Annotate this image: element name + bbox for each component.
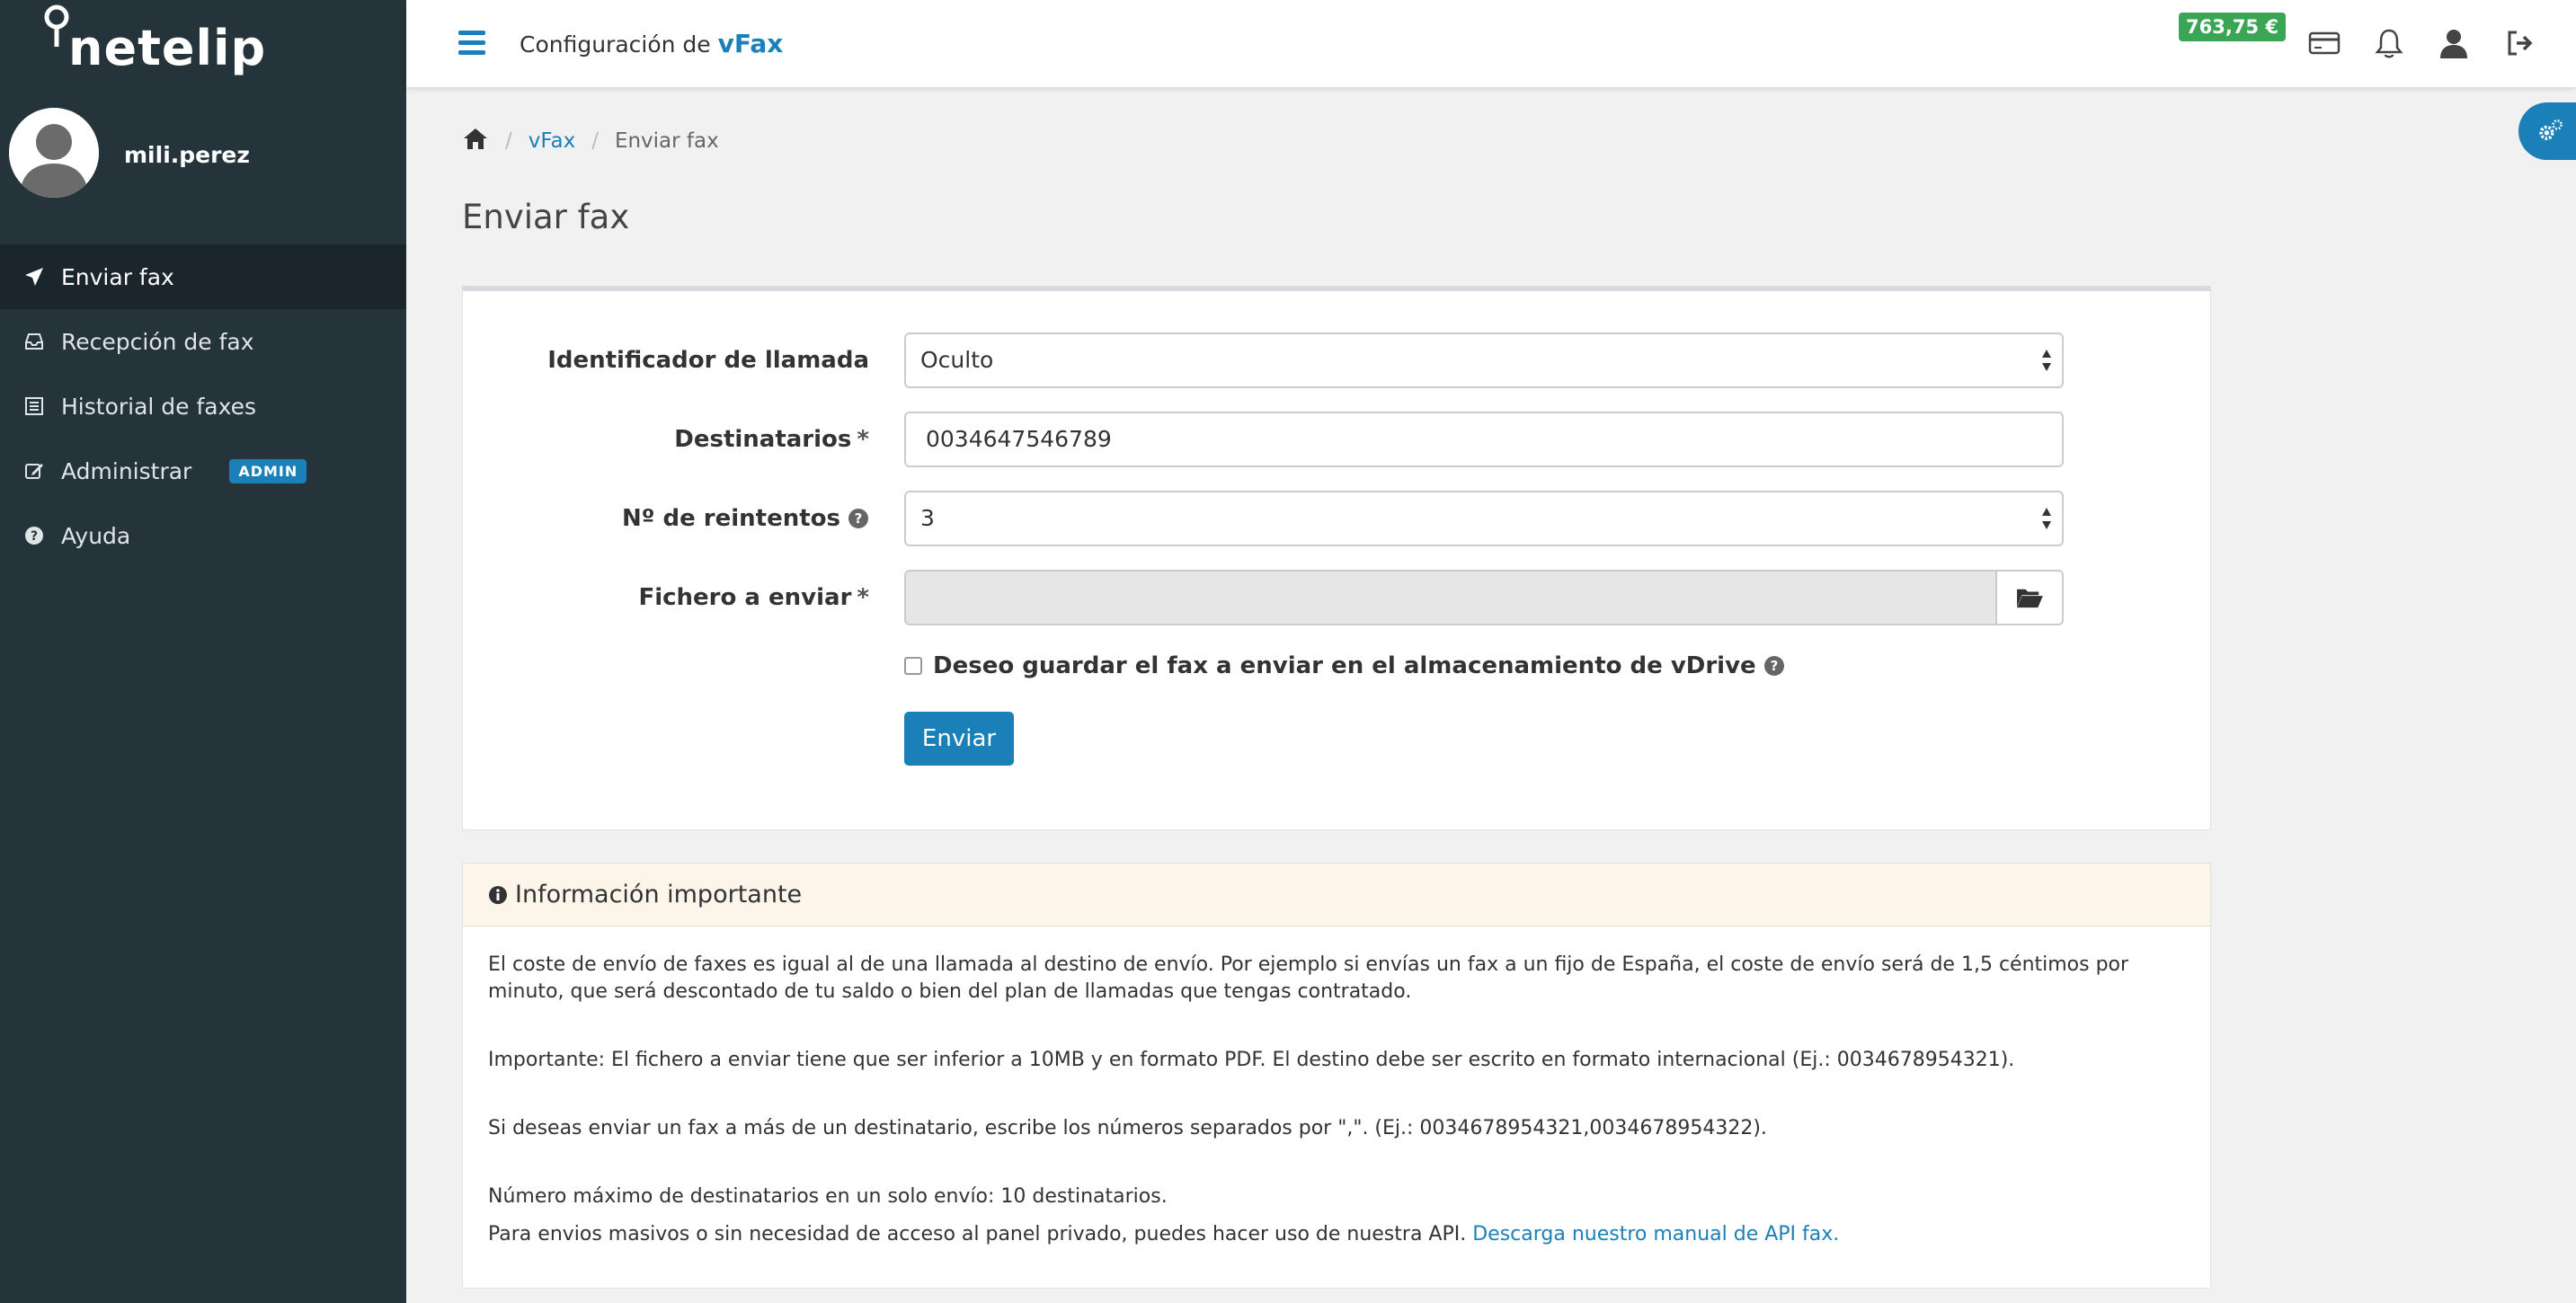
help-circle-icon[interactable]: ? bbox=[1763, 655, 1785, 677]
send-fax-form: Identificador de llamada Oculto Destinat… bbox=[462, 286, 2211, 830]
sidebar-item-ayuda[interactable]: ? Ayuda bbox=[0, 503, 406, 568]
sidebar-item-historial-faxes[interactable]: Historial de faxes bbox=[0, 374, 406, 439]
sidebar-item-administrar[interactable]: Administrar ADMIN bbox=[0, 439, 406, 503]
select-arrows-icon bbox=[2042, 508, 2051, 529]
info-paragraph-cost: El coste de envío de faxes es igual al d… bbox=[488, 953, 2129, 1003]
topbar: Configuración de vFax 763,75 € bbox=[406, 0, 2576, 87]
username: mili.perez bbox=[124, 142, 250, 168]
page-title: Enviar fax bbox=[462, 198, 630, 236]
breadcrumb-current: Enviar fax bbox=[614, 129, 719, 153]
info-panel-header: Información importante bbox=[463, 864, 2210, 926]
save-vdrive-checkbox[interactable] bbox=[904, 657, 922, 675]
sidebar-item-label: Historial de faxes bbox=[61, 393, 257, 420]
folder-open-icon bbox=[2017, 589, 2043, 608]
avatar[interactable] bbox=[9, 108, 99, 198]
svg-text:?: ? bbox=[1770, 658, 1778, 674]
info-circle-icon bbox=[489, 885, 507, 904]
user-silhouette-icon bbox=[9, 108, 99, 198]
sidebar-item-label: Enviar fax bbox=[61, 263, 174, 290]
retries-value: 3 bbox=[920, 505, 935, 531]
home-icon[interactable] bbox=[462, 126, 489, 156]
file-row: Fichero a enviar * bbox=[463, 570, 2212, 625]
recipients-value: 0034647546789 bbox=[926, 426, 1112, 452]
user-profile: mili.perez bbox=[0, 101, 406, 203]
file-label-text: Fichero a enviar bbox=[638, 584, 852, 611]
caller-id-label-text: Identificador de llamada bbox=[547, 347, 869, 374]
save-vdrive-row: Deseo guardar el fax a enviar en el alma… bbox=[904, 652, 1785, 679]
breadcrumb: / vFax / Enviar fax bbox=[462, 126, 719, 156]
question-circle-icon: ? bbox=[23, 525, 45, 546]
recipients-label-text: Destinatarios bbox=[674, 426, 852, 453]
header-title-prefix: Configuración de bbox=[520, 31, 711, 58]
svg-text:?: ? bbox=[855, 510, 863, 527]
logout-icon[interactable] bbox=[2500, 23, 2540, 63]
logo-text: netelip bbox=[68, 20, 267, 76]
send-button[interactable]: Enviar bbox=[904, 712, 1014, 766]
info-paragraph-format: Importante: El fichero a enviar tiene qu… bbox=[488, 1049, 2015, 1071]
location-pin-icon bbox=[44, 4, 69, 47]
settings-gear-icon[interactable] bbox=[2518, 102, 2576, 160]
header-title-product: vFax bbox=[717, 29, 784, 58]
balance-badge[interactable]: 763,75 € bbox=[2179, 13, 2286, 41]
important-info-panel: Información importante El coste de envío… bbox=[462, 863, 2211, 1289]
select-arrows-icon bbox=[2042, 350, 2051, 371]
caller-id-value: Oculto bbox=[920, 347, 994, 373]
sidebar-item-label: Administrar bbox=[61, 457, 192, 484]
caller-id-row: Identificador de llamada Oculto bbox=[463, 332, 2212, 388]
paper-plane-icon bbox=[23, 266, 45, 288]
caller-id-label: Identificador de llamada bbox=[547, 347, 869, 374]
required-mark: * bbox=[857, 584, 869, 611]
help-circle-icon[interactable]: ? bbox=[848, 508, 869, 529]
browse-file-button[interactable] bbox=[1995, 570, 2064, 625]
retries-label: Nº de reintentos ? bbox=[622, 505, 869, 532]
user-icon[interactable] bbox=[2434, 23, 2474, 63]
sidebar-item-enviar-fax[interactable]: Enviar fax bbox=[0, 244, 406, 309]
info-paragraph-api: Para envios masivos o sin necesidad de a… bbox=[488, 1221, 2185, 1248]
info-paragraph-max: Número máximo de destinatarios en un sol… bbox=[488, 1185, 1168, 1208]
file-path-input[interactable] bbox=[904, 570, 2001, 625]
menu-toggle-icon[interactable] bbox=[458, 31, 485, 56]
credit-card-icon[interactable] bbox=[2305, 23, 2344, 63]
sidebar-nav: Enviar fax Recepción de fax Historial de… bbox=[0, 244, 406, 568]
file-label: Fichero a enviar * bbox=[638, 584, 869, 611]
bell-icon[interactable] bbox=[2369, 23, 2409, 63]
svg-text:?: ? bbox=[31, 529, 38, 544]
info-panel-title: Información importante bbox=[515, 881, 803, 909]
sidebar: netelip mili.perez Enviar fax Recepción … bbox=[0, 0, 406, 1303]
breadcrumb-vfax[interactable]: vFax bbox=[529, 129, 575, 153]
caller-id-select[interactable]: Oculto bbox=[904, 332, 2064, 388]
retries-row: Nº de reintentos ? 3 bbox=[463, 491, 2212, 546]
netelip-logo[interactable]: netelip bbox=[41, 4, 266, 79]
admin-badge: ADMIN bbox=[229, 458, 307, 483]
info-panel-body: El coste de envío de faxes es igual al d… bbox=[463, 926, 2210, 1248]
list-icon bbox=[23, 395, 45, 417]
edit-icon bbox=[23, 460, 45, 482]
info-api-text: Para envios masivos o sin necesidad de a… bbox=[488, 1223, 1467, 1245]
sidebar-item-label: Recepción de fax bbox=[61, 328, 254, 355]
inbox-icon bbox=[23, 331, 45, 352]
required-mark: * bbox=[857, 426, 869, 453]
recipients-input[interactable]: 0034647546789 bbox=[904, 412, 2064, 467]
retries-select[interactable]: 3 bbox=[904, 491, 2064, 546]
info-paragraph-multiple: Si deseas enviar un fax a más de un dest… bbox=[488, 1117, 1767, 1139]
retries-label-text: Nº de reintentos bbox=[622, 505, 840, 532]
page-header-title: Configuración de vFax bbox=[520, 29, 783, 58]
recipients-row: Destinatarios * 0034647546789 bbox=[463, 412, 2212, 467]
sidebar-item-label: Ayuda bbox=[61, 522, 131, 549]
recipients-label: Destinatarios * bbox=[674, 426, 869, 453]
sidebar-item-recepcion-fax[interactable]: Recepción de fax bbox=[0, 309, 406, 374]
api-manual-link[interactable]: Descarga nuestro manual de API fax. bbox=[1472, 1223, 1839, 1245]
save-vdrive-label[interactable]: Deseo guardar el fax a enviar en el alma… bbox=[933, 652, 1756, 679]
